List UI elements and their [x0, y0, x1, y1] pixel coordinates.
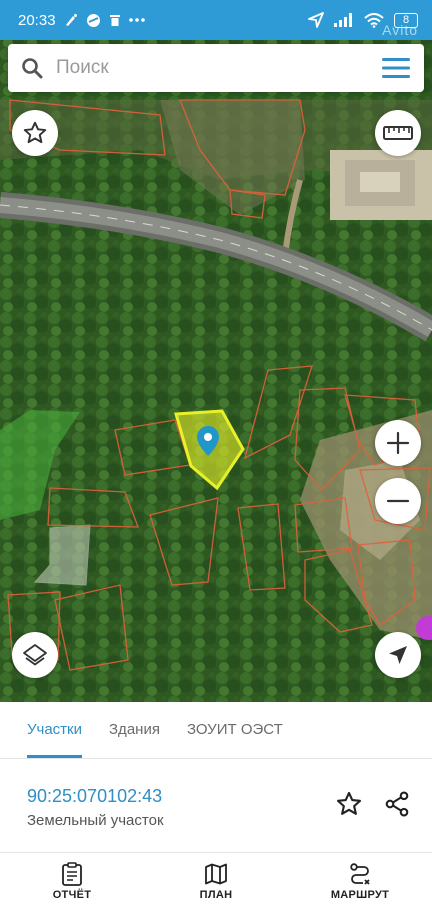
status-left: 20:33	[18, 12, 145, 29]
bottom-navigation: ОТЧЁТ ПЛАН МАРШРУТ	[0, 852, 432, 910]
tabs-divider	[0, 758, 432, 759]
tab-parcels[interactable]: Участки	[27, 702, 82, 758]
nav-report-label: ОТЧЁТ	[52, 889, 92, 901]
cleaner-icon	[64, 13, 78, 27]
navigation-arrow-icon	[389, 646, 407, 664]
nav-report[interactable]: ОТЧЁТ	[0, 853, 144, 910]
ruler-icon	[383, 126, 413, 140]
status-bar: 20:33 8 Avito	[0, 0, 432, 40]
minus-icon	[386, 499, 410, 503]
menu-button[interactable]	[368, 58, 424, 78]
trash-icon	[109, 13, 121, 27]
add-favorite-button[interactable]	[335, 790, 363, 823]
wifi-icon	[364, 12, 384, 28]
cadastral-number[interactable]: 90:25:070102:43	[27, 786, 162, 807]
nav-plan[interactable]: ПЛАН	[144, 853, 288, 910]
nav-plan-label: ПЛАН	[199, 889, 233, 901]
report-icon	[62, 862, 82, 886]
star-outline-icon	[23, 121, 47, 144]
map-plan-icon	[205, 863, 227, 885]
plus-icon	[386, 431, 410, 455]
layers-icon	[23, 644, 47, 666]
more-notifications-icon	[128, 17, 145, 23]
search-bar	[8, 44, 424, 92]
route-icon	[350, 863, 370, 885]
layers-button[interactable]	[12, 632, 58, 678]
map-pin-icon[interactable]	[197, 426, 219, 456]
share-icon	[385, 791, 409, 817]
parcel-card[interactable]: 90:25:070102:43 Земельный участок	[0, 760, 432, 852]
satellite-map	[0, 40, 432, 702]
favorites-button[interactable]	[12, 110, 58, 156]
zoom-in-button[interactable]	[375, 420, 421, 466]
nav-route-label: МАРШРУТ	[330, 889, 390, 901]
layer-tabs: Участки Здания ЗОУИТ ОЭСТ	[0, 702, 432, 758]
avito-watermark: Avito	[382, 22, 418, 38]
tab-buildings[interactable]: Здания	[109, 702, 160, 758]
location-arrow-icon	[308, 12, 324, 28]
zoom-out-button[interactable]	[375, 478, 421, 524]
ruler-button[interactable]	[375, 110, 421, 156]
parcel-type: Земельный участок	[27, 812, 164, 829]
hamburger-menu-icon	[382, 58, 410, 78]
tab-zouit[interactable]: ЗОУИТ ОЭСТ	[187, 702, 283, 758]
my-location-button[interactable]	[375, 632, 421, 678]
map-view[interactable]	[0, 40, 432, 702]
signal-icon	[334, 13, 354, 27]
star-outline-icon	[336, 791, 362, 815]
app-notification-icon	[86, 13, 101, 28]
search-icon[interactable]	[8, 57, 56, 79]
status-time: 20:33	[18, 11, 56, 29]
search-input[interactable]	[56, 57, 368, 79]
share-button[interactable]	[383, 790, 411, 823]
nav-route[interactable]: МАРШРУТ	[288, 853, 432, 910]
